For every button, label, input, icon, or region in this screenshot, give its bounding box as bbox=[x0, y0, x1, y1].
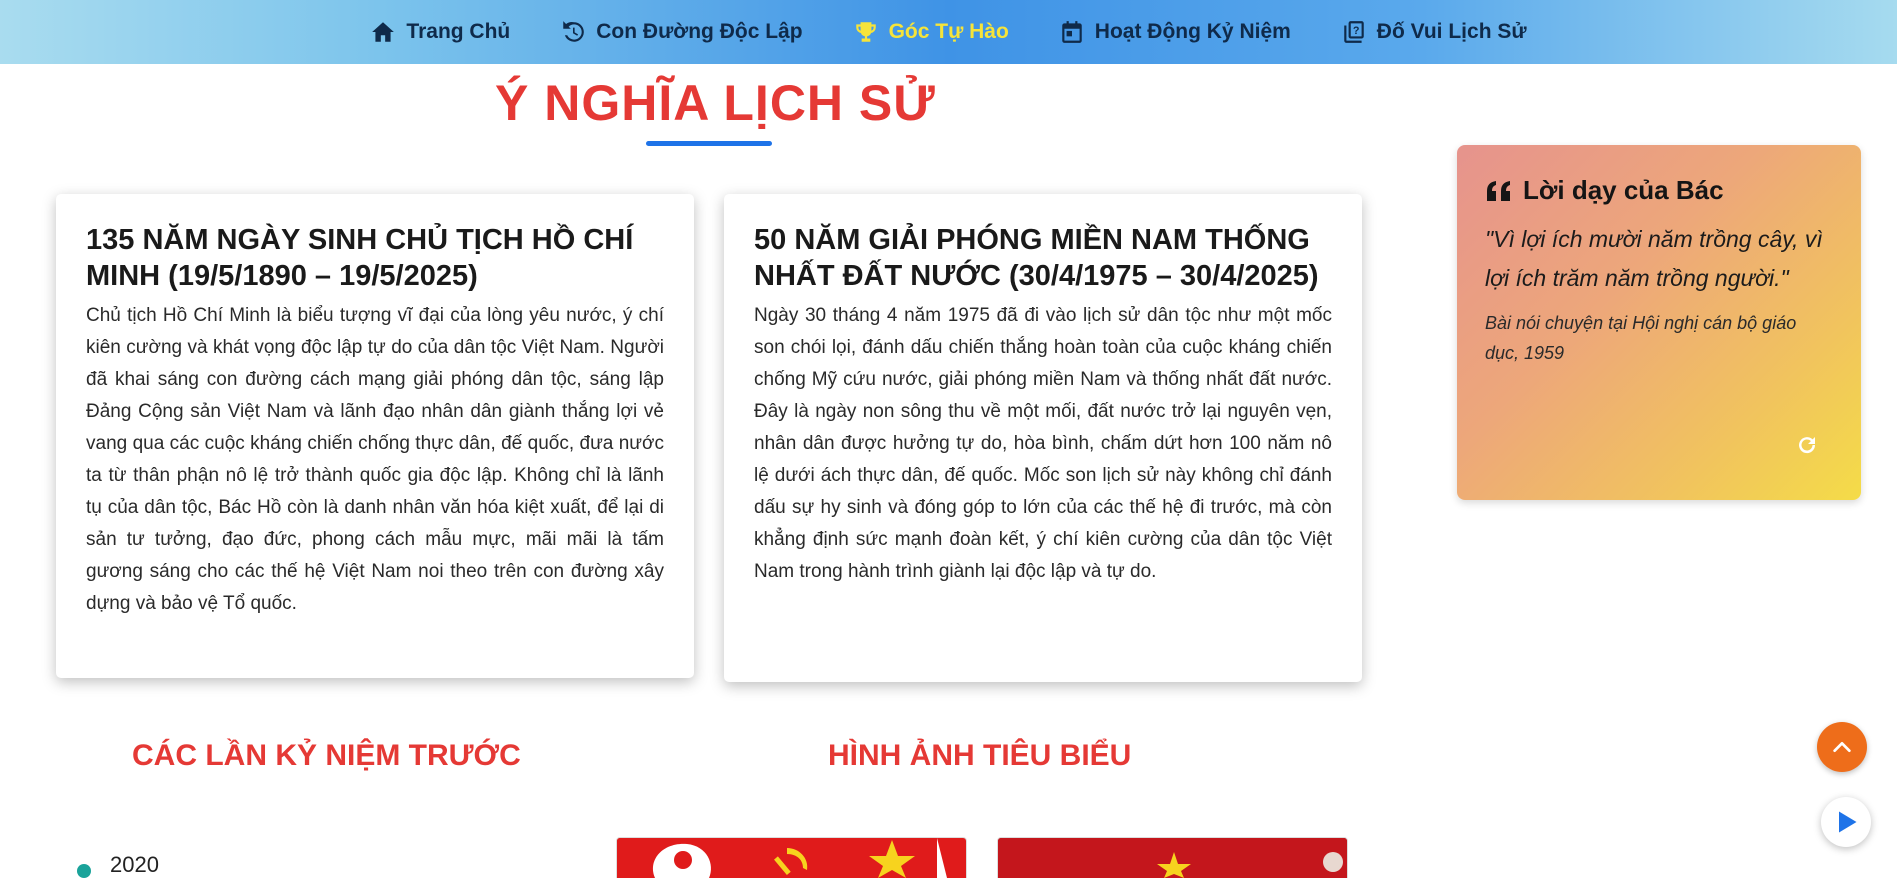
timeline-dot bbox=[77, 864, 91, 878]
card-heading: 50 NĂM GIẢI PHÓNG MIỀN NAM THỐNG NHẤT ĐẤ… bbox=[754, 224, 1319, 292]
nav-item-history-quiz[interactable]: ? Đố Vui Lịch Sử bbox=[1316, 19, 1552, 45]
top-navigation: Trang Chủ Con Đường Độc Lập Góc Tự Hào H… bbox=[0, 0, 1897, 64]
page-title: Ý NGHĨA LỊCH SỬ bbox=[495, 75, 936, 131]
section-title-featured-images: HÌNH ẢNH TIÊU BIỂU bbox=[828, 739, 1132, 772]
svg-text:?: ? bbox=[1353, 25, 1360, 37]
nav-item-label: Con Đường Độc Lập bbox=[596, 20, 803, 43]
quote-title: Lời dạy của Bác bbox=[1523, 175, 1724, 205]
history-icon bbox=[563, 21, 585, 42]
flag-star-image bbox=[998, 838, 1347, 878]
quote-text: "Vì lợi ích mười năm trồng cây, vì lợi í… bbox=[1485, 226, 1823, 291]
chevron-up-icon bbox=[1833, 741, 1851, 753]
section-title-past-anniversaries: CÁC LẦN KỶ NIỆM TRƯỚC bbox=[132, 739, 521, 772]
refresh-quote-button[interactable] bbox=[1792, 430, 1822, 460]
home-icon bbox=[372, 22, 395, 42]
quote-header: Lời dạy của Bác bbox=[1485, 175, 1833, 206]
play-icon bbox=[1839, 811, 1857, 833]
flag-hammer-sickle-image bbox=[617, 838, 966, 878]
play-music-button[interactable] bbox=[1821, 797, 1871, 847]
card-body: Ngày 30 tháng 4 năm 1975 đã đi vào lịch … bbox=[754, 305, 1332, 582]
featured-image-2[interactable] bbox=[997, 837, 1348, 878]
title-underline bbox=[646, 141, 772, 146]
timeline-year[interactable]: 2020 bbox=[110, 852, 159, 878]
nav-item-pride-corner[interactable]: Góc Tự Hào bbox=[828, 19, 1034, 45]
nav-item-label: Đố Vui Lịch Sử bbox=[1376, 20, 1527, 43]
refresh-icon bbox=[1799, 437, 1816, 454]
quote-source: Bài nói chuyện tại Hội nghị cán bộ giáo … bbox=[1485, 313, 1797, 363]
quote-icon bbox=[1487, 180, 1510, 201]
featured-image-1[interactable] bbox=[616, 837, 967, 878]
card-heading: 135 NĂM NGÀY SINH CHỦ TỊCH HỒ CHÍ MINH (… bbox=[86, 224, 634, 292]
card-body: Chủ tịch Hồ Chí Minh là biểu tượng vĩ đạ… bbox=[86, 305, 664, 614]
scroll-to-top-button[interactable] bbox=[1817, 722, 1867, 772]
quiz-icon: ? bbox=[1344, 21, 1364, 43]
significance-card-ho-chi-minh: 135 NĂM NGÀY SINH CHỦ TỊCH HỒ CHÍ MINH (… bbox=[56, 194, 694, 678]
nav-item-label: Góc Tự Hào bbox=[888, 20, 1009, 43]
nav-item-label: Trang Chủ bbox=[406, 20, 511, 43]
nav-item-home[interactable]: Trang Chủ bbox=[345, 19, 535, 45]
nav-item-independence-path[interactable]: Con Đường Độc Lập bbox=[535, 19, 827, 45]
calendar-icon bbox=[1062, 21, 1082, 43]
nav-item-label: Hoạt Động Kỷ Niệm bbox=[1094, 20, 1291, 43]
trophy-icon bbox=[855, 22, 876, 42]
nav-item-commemoration[interactable]: Hoạt Động Kỷ Niệm bbox=[1034, 19, 1316, 45]
significance-card-liberation: 50 NĂM GIẢI PHÓNG MIỀN NAM THỐNG NHẤT ĐẤ… bbox=[724, 194, 1362, 682]
